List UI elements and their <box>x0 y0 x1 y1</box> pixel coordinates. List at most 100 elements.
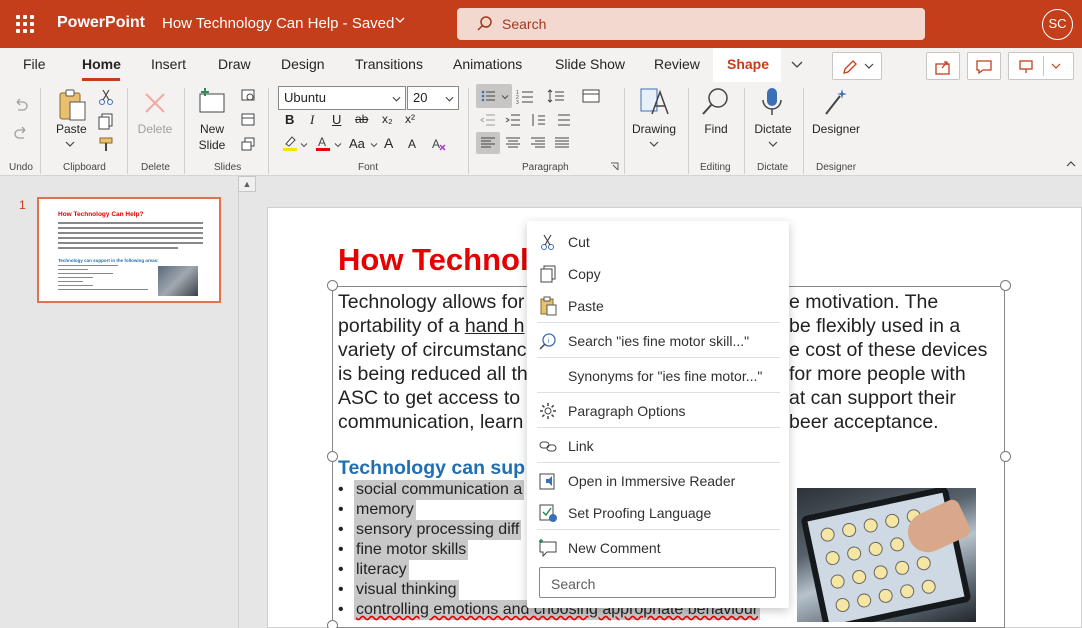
align-left-button[interactable] <box>476 132 500 154</box>
menu-item-search[interactable]: i Search "ies fine motor skill..." <box>527 326 789 356</box>
present-button[interactable] <box>1008 52 1074 80</box>
slide-image-tablet[interactable] <box>797 488 976 622</box>
list-item[interactable]: fine motor skills <box>354 540 469 560</box>
paste-icon[interactable] <box>56 88 88 122</box>
menu-item-new-comment[interactable]: New Comment <box>527 533 789 563</box>
resize-handle[interactable] <box>1000 451 1011 462</box>
resize-handle[interactable] <box>327 280 338 291</box>
duplicate-slide-icon[interactable] <box>240 136 256 152</box>
align-text-icon[interactable] <box>556 112 572 128</box>
chevron-down-icon[interactable] <box>370 142 378 148</box>
list-item[interactable]: visual thinking <box>354 580 459 600</box>
numbering-icon[interactable]: 123 <box>516 88 534 104</box>
tab-draw[interactable]: Draw <box>218 56 251 72</box>
list-item[interactable]: social communication a <box>354 480 525 500</box>
app-name[interactable]: PowerPoint <box>57 14 145 32</box>
menu-item-proofing-language[interactable]: Set Proofing Language <box>527 498 789 528</box>
avatar[interactable]: SC <box>1042 9 1073 40</box>
shrink-font-button[interactable]: A <box>408 137 416 151</box>
redo-icon[interactable] <box>12 124 30 142</box>
italic-button[interactable]: I <box>310 112 314 128</box>
new-slide-icon[interactable] <box>197 86 227 116</box>
slide-subheading[interactable]: Technology can sup <box>338 457 525 480</box>
tab-shape[interactable]: Shape <box>713 48 781 82</box>
app-launcher-icon[interactable] <box>16 15 34 33</box>
comments-button[interactable] <box>967 52 1001 80</box>
decrease-indent-icon[interactable] <box>480 112 496 128</box>
clear-formatting-icon[interactable]: A <box>430 135 448 153</box>
chevron-down-icon[interactable] <box>65 140 75 148</box>
find-button-label[interactable]: Find <box>698 122 734 136</box>
chevron-down-icon[interactable] <box>334 142 342 148</box>
resize-handle[interactable] <box>327 620 338 628</box>
menu-item-copy[interactable]: Copy <box>527 259 789 289</box>
reuse-slides-icon[interactable] <box>240 88 256 104</box>
align-right-icon[interactable] <box>530 135 546 151</box>
menu-item-immersive-reader[interactable]: Open in Immersive Reader <box>527 466 789 496</box>
slide-title[interactable]: How Technolo <box>338 242 548 278</box>
list-item[interactable]: sensory processing diff <box>354 520 522 540</box>
drawing-button-label[interactable]: Drawing <box>630 122 678 136</box>
subscript-button[interactable]: x₂ <box>382 112 393 126</box>
document-title[interactable]: How Technology Can Help - Saved <box>162 15 394 32</box>
search-input[interactable]: Search <box>457 8 925 40</box>
tab-insert[interactable]: Insert <box>151 56 186 72</box>
menu-item-link[interactable]: Link <box>527 431 789 461</box>
menu-item-cut[interactable]: Cut <box>527 227 789 257</box>
underline-button[interactable]: U <box>332 112 341 127</box>
designer-icon[interactable] <box>820 86 852 118</box>
context-menu-search-input[interactable]: Search <box>539 567 776 598</box>
font-color-icon[interactable]: A <box>314 134 332 152</box>
tab-review[interactable]: Review <box>654 56 700 72</box>
columns-icon[interactable] <box>582 88 600 104</box>
chevron-down-icon[interactable] <box>768 140 778 148</box>
chevron-down-icon[interactable] <box>649 140 659 148</box>
align-center-icon[interactable] <box>505 135 521 151</box>
designer-button-label[interactable]: Designer <box>810 122 862 136</box>
tab-design[interactable]: Design <box>281 56 325 72</box>
menu-item-paragraph-options[interactable]: Paragraph Options <box>527 396 789 426</box>
new-slide-label-2[interactable]: Slide <box>196 138 228 152</box>
tab-transitions[interactable]: Transitions <box>355 56 423 72</box>
tab-file[interactable]: File <box>23 56 46 72</box>
list-item[interactable]: memory <box>354 500 416 520</box>
format-painter-icon[interactable] <box>97 135 115 153</box>
change-case-button[interactable]: Aa <box>349 136 365 151</box>
bold-button[interactable]: B <box>285 112 294 127</box>
chevron-down-icon[interactable] <box>300 142 308 148</box>
layout-icon[interactable] <box>240 112 256 128</box>
list-item[interactable]: literacy <box>354 560 409 580</box>
justify-icon[interactable] <box>554 135 570 151</box>
chevron-down-icon[interactable] <box>394 14 406 29</box>
text-direction-icon[interactable] <box>530 112 546 128</box>
draw-pen-button[interactable] <box>832 52 882 80</box>
drawing-icon[interactable] <box>638 86 670 118</box>
tab-animations[interactable]: Animations <box>453 56 522 72</box>
share-button[interactable] <box>926 52 960 80</box>
more-tabs-chevron-icon[interactable] <box>790 57 804 76</box>
menu-item-synonyms[interactable]: Synonyms for "ies fine motor..." <box>527 361 789 391</box>
highlight-icon[interactable] <box>281 134 299 152</box>
microphone-icon[interactable] <box>757 86 787 118</box>
undo-icon[interactable] <box>12 96 30 114</box>
increase-indent-icon[interactable] <box>505 112 521 128</box>
paragraph-dialog-launcher-icon[interactable] <box>610 162 619 171</box>
find-icon[interactable] <box>700 86 732 118</box>
collapse-ribbon-icon[interactable] <box>1066 160 1076 168</box>
new-slide-label-1[interactable]: New <box>196 122 228 136</box>
font-name-select[interactable]: Ubuntu <box>278 86 406 110</box>
slide-thumbnail[interactable]: How Technology Can Help? Technology can … <box>37 197 221 303</box>
delete-button-label[interactable]: Delete <box>134 122 176 136</box>
body-link[interactable]: hand h <box>465 315 525 337</box>
cut-icon[interactable] <box>97 88 115 106</box>
dictate-button-label[interactable]: Dictate <box>750 122 796 136</box>
tab-slide-show[interactable]: Slide Show <box>555 56 625 72</box>
copy-icon[interactable] <box>97 112 115 130</box>
thumbnail-scrollbar[interactable] <box>238 176 256 628</box>
paste-button-label[interactable]: Paste <box>56 122 87 136</box>
strikethrough-button[interactable]: ab <box>355 112 368 126</box>
scroll-up-button[interactable]: ▲ <box>238 176 256 192</box>
tab-home[interactable]: Home <box>82 56 121 72</box>
superscript-button[interactable]: x² <box>405 112 415 126</box>
bullets-button[interactable] <box>476 84 512 108</box>
